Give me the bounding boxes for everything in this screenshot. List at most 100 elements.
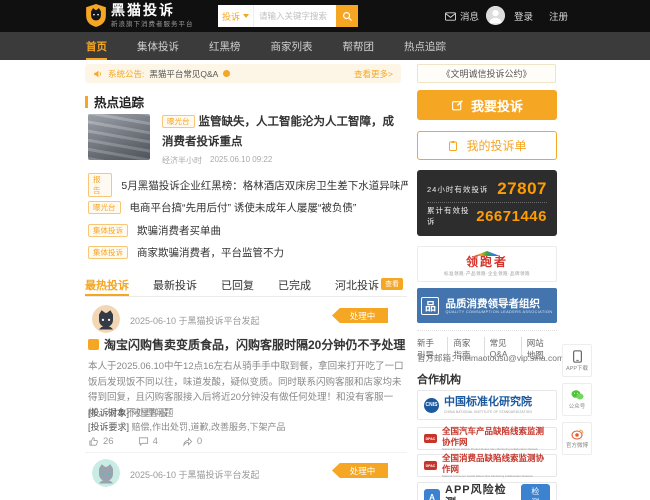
rail-label: APP下载 <box>566 364 588 372</box>
card-divider <box>85 452 407 453</box>
envelope-icon <box>445 12 456 21</box>
leader-program-banner[interactable]: 领跑者 标准领跑·产品领跑·企业领跑·品牌领跑 <box>417 246 557 282</box>
partner-subtitle: CHINA NATIONAL INSTITUTE OF STANDARDIZAT… <box>444 410 532 414</box>
quality-logo-icon: 品 <box>421 297 439 315</box>
file-complaint-label: 我要投诉 <box>471 96 523 115</box>
site-logo[interactable]: 黑猫投诉 新浪旗下消费者服务平台 <box>86 3 194 28</box>
file-complaint-button[interactable]: 我要投诉 <box>417 90 557 120</box>
share-icon <box>182 436 193 447</box>
complaint-meta: 2025-06-10 于黑猫投诉平台发起 <box>130 314 260 327</box>
my-complaints-button[interactable]: 我的投诉单 <box>417 131 557 160</box>
rail-label: 官方微博 <box>566 441 588 449</box>
rail-wechat-account[interactable]: 公众号 <box>562 383 592 416</box>
partner-vehicle-defect-banner[interactable]: DPAC 全国汽车产品缺陷线索监测协作网 National Motor Vehi… <box>417 427 557 450</box>
nav-item-home[interactable]: 首页 <box>86 32 107 60</box>
sidebar-divider <box>417 330 557 331</box>
featured-topic: 曝光台监管缺失，人工智能沦为人工智障，成消费者投诉重点 <box>162 112 404 152</box>
stat-24h-value: 27807 <box>497 179 547 199</box>
featured-topic-meta: 经济半小时 2025.06.10 09:22 <box>162 155 272 166</box>
tab-completed[interactable]: 已完成 <box>278 277 311 296</box>
leader-title: 领跑者 <box>466 256 508 269</box>
clipboard-icon <box>447 140 459 152</box>
rail-app-download[interactable]: APP下载 <box>562 344 592 377</box>
search-category-dropdown[interactable]: 投诉 <box>218 5 254 27</box>
search-input[interactable] <box>254 5 336 27</box>
cat-avatar-icon <box>92 305 120 333</box>
featured-topic-thumbnail[interactable] <box>88 114 150 160</box>
topic-tag: 曝光台 <box>88 201 121 214</box>
hot-topic-item[interactable]: 集体投诉 商家欺骗消费者，平台监管不力 <box>88 242 408 265</box>
messages-link[interactable]: 消息 <box>445 9 479 23</box>
topic-tag: 集体投诉 <box>88 246 128 259</box>
target-label: [投诉对象] <box>88 408 129 418</box>
like-button[interactable]: 26 <box>88 436 114 447</box>
topic-tag: 集体投诉 <box>88 224 128 237</box>
app-risk-check-banner[interactable]: A APP风险检测 检测 <box>417 482 557 500</box>
hot-topic-item[interactable]: 曝光台 电商平台搞“先用后付” 诱使未成年人屡屡“被负债” <box>88 197 408 220</box>
announcement-more-link[interactable]: 查看更多> <box>354 68 393 80</box>
partner-title: 全国消费品缺陷线索监测协作网 <box>442 453 550 473</box>
app-check-logo-icon: A <box>424 489 440 500</box>
quality-subtitle: QUALITY COMSUMPTION LEADERS ASSOCIATION <box>445 310 552 314</box>
hot-badge-icon <box>223 70 230 77</box>
speaker-icon <box>93 69 103 79</box>
complaint-demand-row: [投诉要求] 赔偿,作出处罚,道歉,改善服务,下架产品 <box>88 420 286 433</box>
hot-topics-section-title: 热点追踪 <box>85 92 144 111</box>
partner-subtitle: National Motor Vehicle Product Defect Cl… <box>442 447 550 451</box>
partner-consumer-goods-banner[interactable]: DPAC 全国消费品缺陷线索监测协作网 National Consumer Go… <box>417 454 557 477</box>
announcement-text[interactable]: 黑猫平台常见Q&A <box>149 68 218 80</box>
demand-value: 赔偿,作出处罚,道歉,改善服务,下架产品 <box>132 422 286 432</box>
partner-cnis-banner[interactable]: CNIS 中国标准化研究院 CHINA NATIONAL INSTITUTE O… <box>417 390 557 420</box>
search-button[interactable] <box>336 5 358 27</box>
tab-replied[interactable]: 已回复 <box>221 277 254 296</box>
tab-hottest[interactable]: 最热投诉 <box>85 277 129 296</box>
featured-time: 2025.06.10 09:22 <box>210 155 272 166</box>
topic-tag: 报告 <box>88 173 112 197</box>
share-button[interactable]: 0 <box>182 436 202 447</box>
quality-consumption-banner[interactable]: 品 品质消费领导者组织 QUALITY COMSUMPTION LEADERS … <box>417 288 557 323</box>
edit-pencil-icon <box>451 99 464 112</box>
partner-title: 中国标准化研究院 <box>444 396 532 409</box>
search-bar: 投诉 <box>218 5 358 27</box>
complaint-type-icon <box>88 339 99 350</box>
nav-item-collective[interactable]: 集体投诉 <box>137 32 179 60</box>
cnis-logo-icon: CNIS <box>424 398 439 413</box>
hot-topic-item[interactable]: 报告 5月黑猫投诉企业红黑榜：格林酒店双床房卫生差下水道异味严... <box>88 174 408 197</box>
demand-label: [投诉要求] <box>88 422 129 432</box>
partners-section-title: 合作机构 <box>417 371 461 387</box>
tab-newest[interactable]: 最新投诉 <box>153 277 197 296</box>
register-link[interactable]: 注册 <box>549 9 568 23</box>
nav-item-hotspots[interactable]: 热点追踪 <box>404 32 446 60</box>
partner-subtitle: National Consumer Goods Defect Clue Moni… <box>442 474 550 478</box>
stat-24h-label: 24小时有效投诉 <box>427 184 488 195</box>
brand-subtitle: 新浪旗下消费者服务平台 <box>111 18 194 28</box>
comment-count: 4 <box>153 436 158 447</box>
dpac-logo-icon: DPAC <box>424 461 437 470</box>
tab-hebei[interactable]: 河北投诉 查看 <box>335 277 403 296</box>
complaint-title-row[interactable]: 淘宝闪购售卖变质食品，闪购客服时隔20分钟仍不予处理 <box>88 336 408 353</box>
phone-icon <box>572 350 583 363</box>
complaint-stats-box: 24小时有效投诉 27807 累计有效投诉 26671446 <box>417 170 557 236</box>
nav-item-helpgroup[interactable]: 帮帮团 <box>343 32 375 60</box>
featured-topic-title[interactable]: 监管缺失，人工智能沦为人工智障，成消费者投诉重点 <box>162 116 394 148</box>
thumbs-up-icon <box>88 436 99 447</box>
rail-official-weibo[interactable]: 官方微博 <box>562 422 592 455</box>
nav-item-merchants[interactable]: 商家列表 <box>271 32 313 60</box>
tab-hebei-label: 河北投诉 <box>335 277 379 293</box>
chevron-down-icon <box>243 14 249 18</box>
stat-total-value: 26671446 <box>476 208 547 225</box>
app-check-button[interactable]: 检测 <box>521 484 550 500</box>
complainant-avatar[interactable] <box>92 305 120 333</box>
stat-total-label: 累计有效投诉 <box>427 205 470 227</box>
section-title-text: 热点追踪 <box>94 92 144 111</box>
comment-button[interactable]: 4 <box>138 436 158 447</box>
login-link[interactable]: 登录 <box>514 9 533 23</box>
complainant-avatar[interactable] <box>92 459 120 487</box>
brand-title: 黑猫投诉 <box>111 3 194 18</box>
complaint-target-row: [投诉对象] 阿里客服 <box>88 406 168 419</box>
nav-item-redblack[interactable]: 红黑榜 <box>209 32 241 60</box>
covenant-button[interactable]: 《文明诚信投诉公约》 <box>417 64 556 83</box>
hot-topic-item[interactable]: 集体投诉 欺骗消费者买单曲 <box>88 219 408 242</box>
stats-divider <box>427 202 547 203</box>
user-avatar[interactable] <box>486 6 505 25</box>
